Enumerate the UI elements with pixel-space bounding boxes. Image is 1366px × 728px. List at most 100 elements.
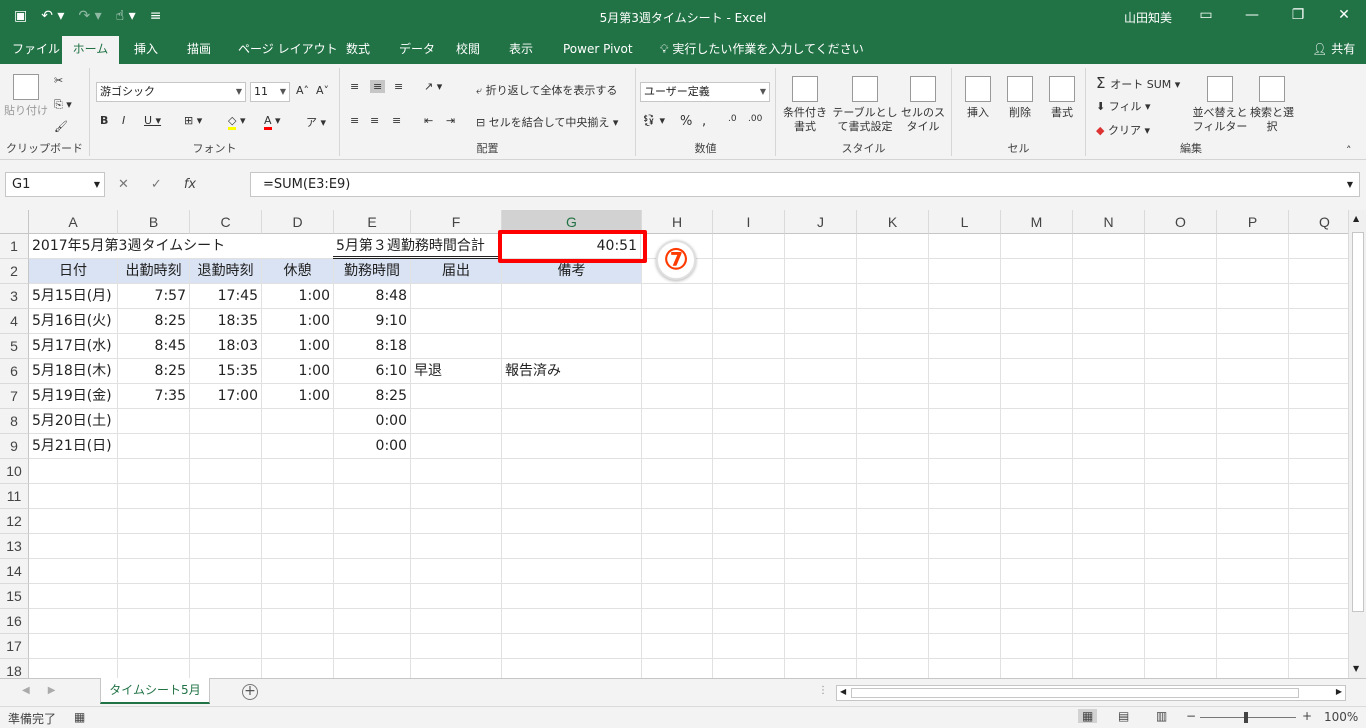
cell-g16[interactable] [502, 609, 642, 634]
cell-e5[interactable]: 8:18 [334, 334, 411, 359]
cell-j8[interactable] [785, 409, 857, 434]
cell-g9[interactable] [502, 434, 642, 459]
cell-k3[interactable] [857, 284, 929, 309]
cell-k2[interactable] [857, 259, 929, 284]
cell-m1[interactable] [1001, 234, 1073, 259]
cell-k17[interactable] [857, 634, 929, 659]
cell-a15[interactable] [29, 584, 118, 609]
column-header-h[interactable]: H [642, 210, 713, 234]
cell-g10[interactable] [502, 459, 642, 484]
sort-filter-button[interactable]: 並べ替えとフィルター [1190, 76, 1250, 134]
cell-i18[interactable] [713, 659, 785, 678]
font-color-icon[interactable]: A ▾ [264, 114, 281, 130]
cell-l2[interactable] [929, 259, 1001, 284]
cell-h4[interactable] [642, 309, 713, 334]
cell-h9[interactable] [642, 434, 713, 459]
cell-b6[interactable]: 8:25 [118, 359, 190, 384]
cell-n6[interactable] [1073, 359, 1145, 384]
cell-j3[interactable] [785, 284, 857, 309]
cell-q12[interactable] [1289, 509, 1348, 534]
align-left-icon[interactable]: ≡ [350, 114, 359, 127]
cell-p16[interactable] [1217, 609, 1289, 634]
cell-a12[interactable] [29, 509, 118, 534]
cell-g8[interactable] [502, 409, 642, 434]
cell-o6[interactable] [1145, 359, 1217, 384]
cell-n8[interactable] [1073, 409, 1145, 434]
cell-b10[interactable] [118, 459, 190, 484]
cell-e11[interactable] [334, 484, 411, 509]
column-header-c[interactable]: C [190, 210, 262, 234]
cell-a11[interactable] [29, 484, 118, 509]
cell-h3[interactable] [642, 284, 713, 309]
cell-l18[interactable] [929, 659, 1001, 678]
minimize-icon[interactable]: — [1242, 7, 1262, 23]
cell-q3[interactable] [1289, 284, 1348, 309]
cell-g13[interactable] [502, 534, 642, 559]
header-clock-out[interactable]: 退勤時刻 [190, 259, 262, 284]
cell-m6[interactable] [1001, 359, 1073, 384]
row-header-14[interactable]: 14 [0, 559, 29, 584]
page-layout-view-icon[interactable]: ▤ [1118, 709, 1129, 723]
delete-cells-button[interactable]: 削除 [1000, 76, 1040, 120]
cell-b16[interactable] [118, 609, 190, 634]
row-header-12[interactable]: 12 [0, 509, 29, 534]
decrease-indent-icon[interactable]: ⇤ [424, 114, 433, 127]
cell-h11[interactable] [642, 484, 713, 509]
cell-f7[interactable] [411, 384, 502, 409]
cell-l5[interactable] [929, 334, 1001, 359]
column-header-m[interactable]: M [1001, 210, 1073, 234]
cell-e7[interactable]: 8:25 [334, 384, 411, 409]
cell-p15[interactable] [1217, 584, 1289, 609]
cell-j2[interactable] [785, 259, 857, 284]
cell-g15[interactable] [502, 584, 642, 609]
row-header-7[interactable]: 7 [0, 384, 29, 409]
cell-h12[interactable] [642, 509, 713, 534]
cell-f4[interactable] [411, 309, 502, 334]
cell-f13[interactable] [411, 534, 502, 559]
cell-q10[interactable] [1289, 459, 1348, 484]
cell-a7[interactable]: 5月19日(金) [29, 384, 118, 409]
cut-icon[interactable]: ✂ [54, 74, 63, 87]
cell-e9[interactable]: 0:00 [334, 434, 411, 459]
row-header-18[interactable]: 18 [0, 659, 29, 678]
cell-c8[interactable] [190, 409, 262, 434]
cell-i16[interactable] [713, 609, 785, 634]
cell-g12[interactable] [502, 509, 642, 534]
cell-d8[interactable] [262, 409, 334, 434]
cell-m3[interactable] [1001, 284, 1073, 309]
header-break[interactable]: 休憩 [262, 259, 334, 284]
phonetic-icon[interactable]: ア ▾ [306, 114, 326, 130]
format-painter-icon[interactable]: 🖌︎ [54, 120, 68, 133]
cell-g11[interactable] [502, 484, 642, 509]
cell-c6[interactable]: 15:35 [190, 359, 262, 384]
cell-e10[interactable] [334, 459, 411, 484]
cell-j1[interactable] [785, 234, 857, 259]
cell-j5[interactable] [785, 334, 857, 359]
row-header-11[interactable]: 11 [0, 484, 29, 509]
cell-l15[interactable] [929, 584, 1001, 609]
zoom-in-icon[interactable]: + [1302, 709, 1312, 723]
cell-h16[interactable] [642, 609, 713, 634]
conditional-formatting-button[interactable]: 条件付き書式 [780, 76, 830, 134]
cell-i4[interactable] [713, 309, 785, 334]
align-top-icon[interactable]: ≡ [350, 80, 359, 93]
cell-b11[interactable] [118, 484, 190, 509]
cell-m17[interactable] [1001, 634, 1073, 659]
cell-q5[interactable] [1289, 334, 1348, 359]
cell-q16[interactable] [1289, 609, 1348, 634]
cell-a8[interactable]: 5月20日(土) [29, 409, 118, 434]
header-work-hours[interactable]: 勤務時間 [334, 259, 411, 284]
cell-q17[interactable] [1289, 634, 1348, 659]
restore-icon[interactable]: ❐ [1288, 7, 1308, 23]
cell-j9[interactable] [785, 434, 857, 459]
zoom-level[interactable]: 100% [1324, 710, 1358, 724]
cell-h18[interactable] [642, 659, 713, 678]
column-header-d[interactable]: D [262, 210, 334, 234]
cell-g7[interactable] [502, 384, 642, 409]
cell-h17[interactable] [642, 634, 713, 659]
cell-i11[interactable] [713, 484, 785, 509]
cell-m5[interactable] [1001, 334, 1073, 359]
row-header-17[interactable]: 17 [0, 634, 29, 659]
tab-home[interactable]: ホーム [62, 36, 119, 64]
share-button[interactable]: 👤︎ 共有 [1306, 36, 1361, 64]
